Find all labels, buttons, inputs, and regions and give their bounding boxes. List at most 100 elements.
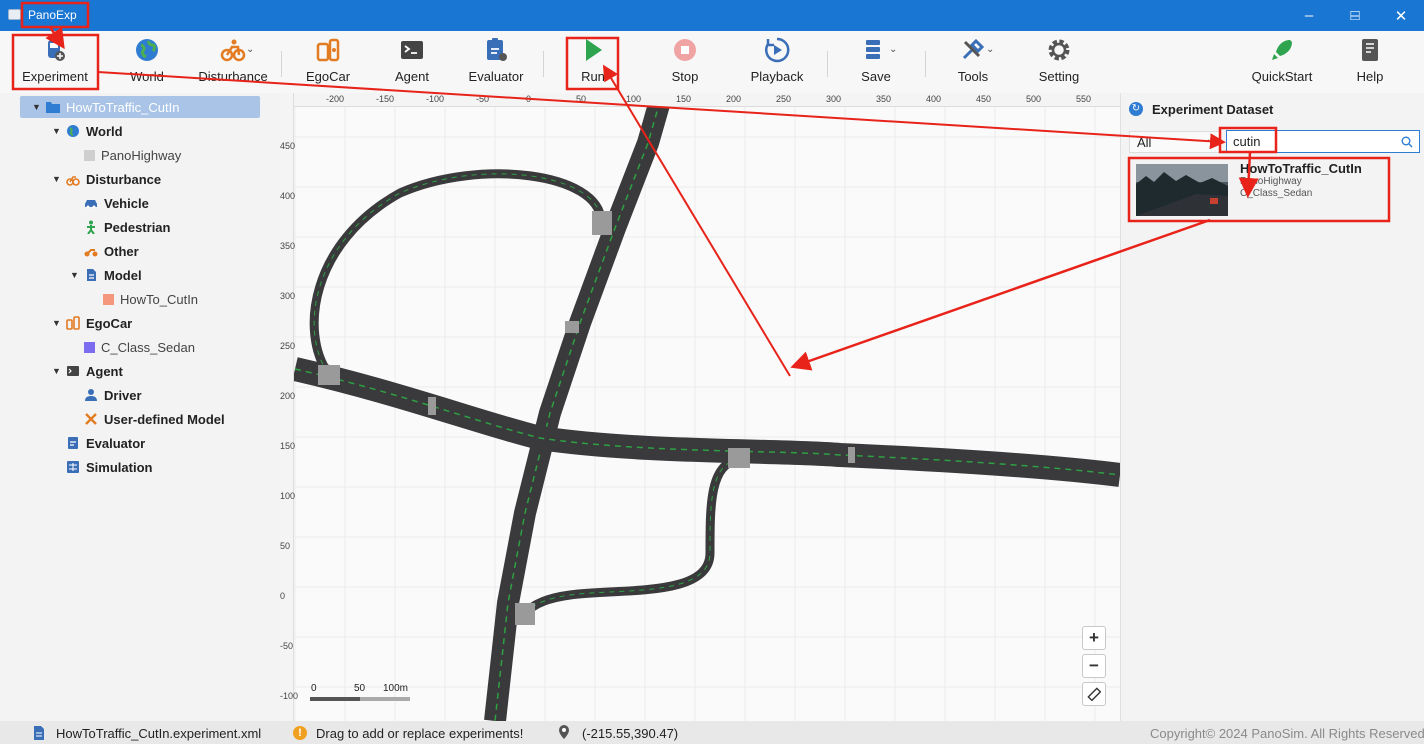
- playback-label: Playback: [750, 69, 804, 84]
- toolbar: Experiment World Disturbance ⌄ EgoCar Ag…: [0, 31, 1424, 93]
- terminal-icon: [67, 366, 79, 376]
- driver-icon: [85, 389, 97, 401]
- tree-label: Evaluator: [86, 435, 146, 451]
- location-pin-icon: [559, 725, 569, 739]
- toolbar-separator: [543, 51, 544, 77]
- card-title: HowToTraffic_CutIn: [1240, 161, 1362, 176]
- ruler-button[interactable]: [1082, 682, 1106, 706]
- road-network: [280, 93, 1120, 721]
- world-button[interactable]: World: [104, 36, 190, 84]
- tree-label: Vehicle: [104, 195, 149, 211]
- tree-item-c-class-sedan[interactable]: C_Class_Sedan: [84, 336, 195, 358]
- x-tick-label: 50: [576, 94, 587, 104]
- tree-item-driver[interactable]: Driver: [84, 384, 142, 406]
- experiment-tree: ▼ HowToTraffic_CutIn ▼ World PanoHighway ▼…: [0, 93, 280, 721]
- agent-button[interactable]: Agent: [369, 36, 455, 84]
- egocar-button[interactable]: EgoCar: [285, 36, 371, 84]
- stop-button[interactable]: Stop: [642, 36, 728, 84]
- experiment-button[interactable]: Experiment: [12, 36, 98, 84]
- help-button[interactable]: Help: [1327, 36, 1413, 84]
- dataset-card[interactable]: HowToTraffic_CutIn PanoHighway C_Class_S…: [1133, 161, 1391, 219]
- tree-item-vehicle[interactable]: Vehicle: [84, 192, 149, 214]
- help-label: Help: [1356, 69, 1384, 84]
- map-swatch-icon: [84, 149, 95, 161]
- title-bar: PanoExp – ✕ □ –: [0, 0, 1424, 31]
- tree-label: Simulation: [86, 459, 153, 475]
- scale-label: 0: [311, 683, 317, 694]
- zoom-in-button[interactable]: +: [1082, 626, 1106, 650]
- map-canvas[interactable]: -200 -150 -100 -50 0 50 100 150 200 250 300 350 400 4…: [280, 93, 1120, 721]
- tree-label: User-defined Model: [104, 411, 225, 427]
- save-button[interactable]: Save ⌄: [833, 36, 919, 84]
- car-icon: [85, 200, 97, 209]
- filter-select[interactable]: All ⌄: [1129, 131, 1221, 153]
- save-label: Save: [861, 69, 891, 84]
- chevron-down-icon: ▼: [32, 102, 41, 112]
- tree-item-pedestrian[interactable]: Pedestrian: [84, 216, 170, 238]
- disturbance-button[interactable]: Disturbance ⌄: [190, 36, 276, 84]
- scale-label: 50: [354, 683, 366, 694]
- tree-item-agent[interactable]: ▼ Agent: [52, 360, 123, 382]
- tree-item-howto-cutin[interactable]: HowTo_CutIn: [103, 288, 198, 310]
- x-tick-label: 300: [826, 94, 842, 104]
- card-world: PanoHighway: [1240, 176, 1302, 187]
- x-tick-label: 250: [776, 94, 792, 104]
- tree-item-world[interactable]: ▼ World: [52, 120, 123, 142]
- model-icon: [87, 269, 96, 281]
- evaluator-button[interactable]: Evaluator: [453, 36, 539, 84]
- tree-item-simulation[interactable]: Simulation: [66, 456, 152, 478]
- playback-button[interactable]: Playback: [734, 36, 820, 84]
- setting-button[interactable]: Setting: [1016, 36, 1102, 84]
- gear-icon: [1048, 39, 1070, 61]
- tree-item-egocar[interactable]: ▼ EgoCar: [52, 312, 132, 334]
- tree-item-root[interactable]: ▼ HowToTraffic_CutIn: [32, 96, 179, 118]
- tools-button[interactable]: Tools ⌄: [930, 36, 1016, 84]
- y-tick-label: 200: [280, 391, 296, 401]
- experiment-dataset-panel: ↻ Experiment Dataset All ⌄ cutin HowToTra…: [1120, 93, 1424, 721]
- close-button[interactable]: ✕: [1378, 0, 1424, 31]
- x-tick-label: 350: [876, 94, 892, 104]
- tree-label: Other: [104, 243, 139, 259]
- toolbar-separator: [281, 51, 282, 77]
- y-tick-label: 0: [280, 591, 286, 601]
- tree-item-other[interactable]: Other: [84, 240, 139, 262]
- maximize-button[interactable]: □: [1332, 0, 1378, 31]
- tree-item-user-model[interactable]: User-defined Model: [84, 408, 225, 430]
- window-title: PanoExp: [28, 8, 77, 22]
- status-coordinates: (-215.55,390.47): [582, 726, 679, 741]
- save-icon: [866, 40, 880, 59]
- zoom-out-button[interactable]: −: [1082, 654, 1106, 678]
- agent-label: Agent: [395, 69, 429, 84]
- y-tick-label: 400: [280, 191, 296, 201]
- toolbar-separator: [827, 51, 828, 77]
- egocar-icon: [66, 316, 80, 330]
- tree-item-evaluator[interactable]: Evaluator: [66, 432, 145, 454]
- world-label: World: [130, 69, 164, 84]
- x-tick-label: 150: [676, 94, 692, 104]
- tree-item-panohighway[interactable]: PanoHighway: [84, 144, 181, 166]
- y-tick-label: -50: [280, 641, 294, 651]
- simulation-icon: [67, 461, 79, 473]
- x-tick-label: 200: [726, 94, 742, 104]
- minimize-btn[interactable]: –: [1286, 0, 1332, 31]
- playback-icon: [765, 37, 790, 63]
- tree-label: EgoCar: [86, 315, 133, 331]
- pedestrian-icon: [87, 220, 95, 234]
- search-value: cutin: [1233, 134, 1261, 149]
- chevron-down-icon: ▼: [52, 126, 61, 136]
- quickstart-button[interactable]: QuickStart: [1239, 36, 1325, 84]
- x-tick-label: -50: [476, 94, 490, 104]
- card-car: C_Class_Sedan: [1240, 188, 1313, 199]
- tree-item-disturbance[interactable]: ▼ Disturbance: [52, 168, 161, 190]
- search-input[interactable]: cutin: [1226, 130, 1420, 153]
- y-tick-label: 150: [280, 441, 296, 451]
- play-icon: [586, 39, 602, 61]
- x-tick-label: -150: [376, 94, 395, 104]
- chevron-down-icon: ⌄: [1205, 134, 1214, 145]
- y-tick-label: 350: [280, 241, 296, 251]
- vertical-ruler: 450 400 350 300 250 200 150 100 50 0 -50 -100: [280, 93, 298, 721]
- refresh-icon[interactable]: ↻: [1129, 102, 1143, 116]
- run-button[interactable]: Run: [550, 36, 636, 84]
- scale-label: 100m: [383, 683, 409, 694]
- tree-item-model[interactable]: ▼ Model: [70, 264, 142, 286]
